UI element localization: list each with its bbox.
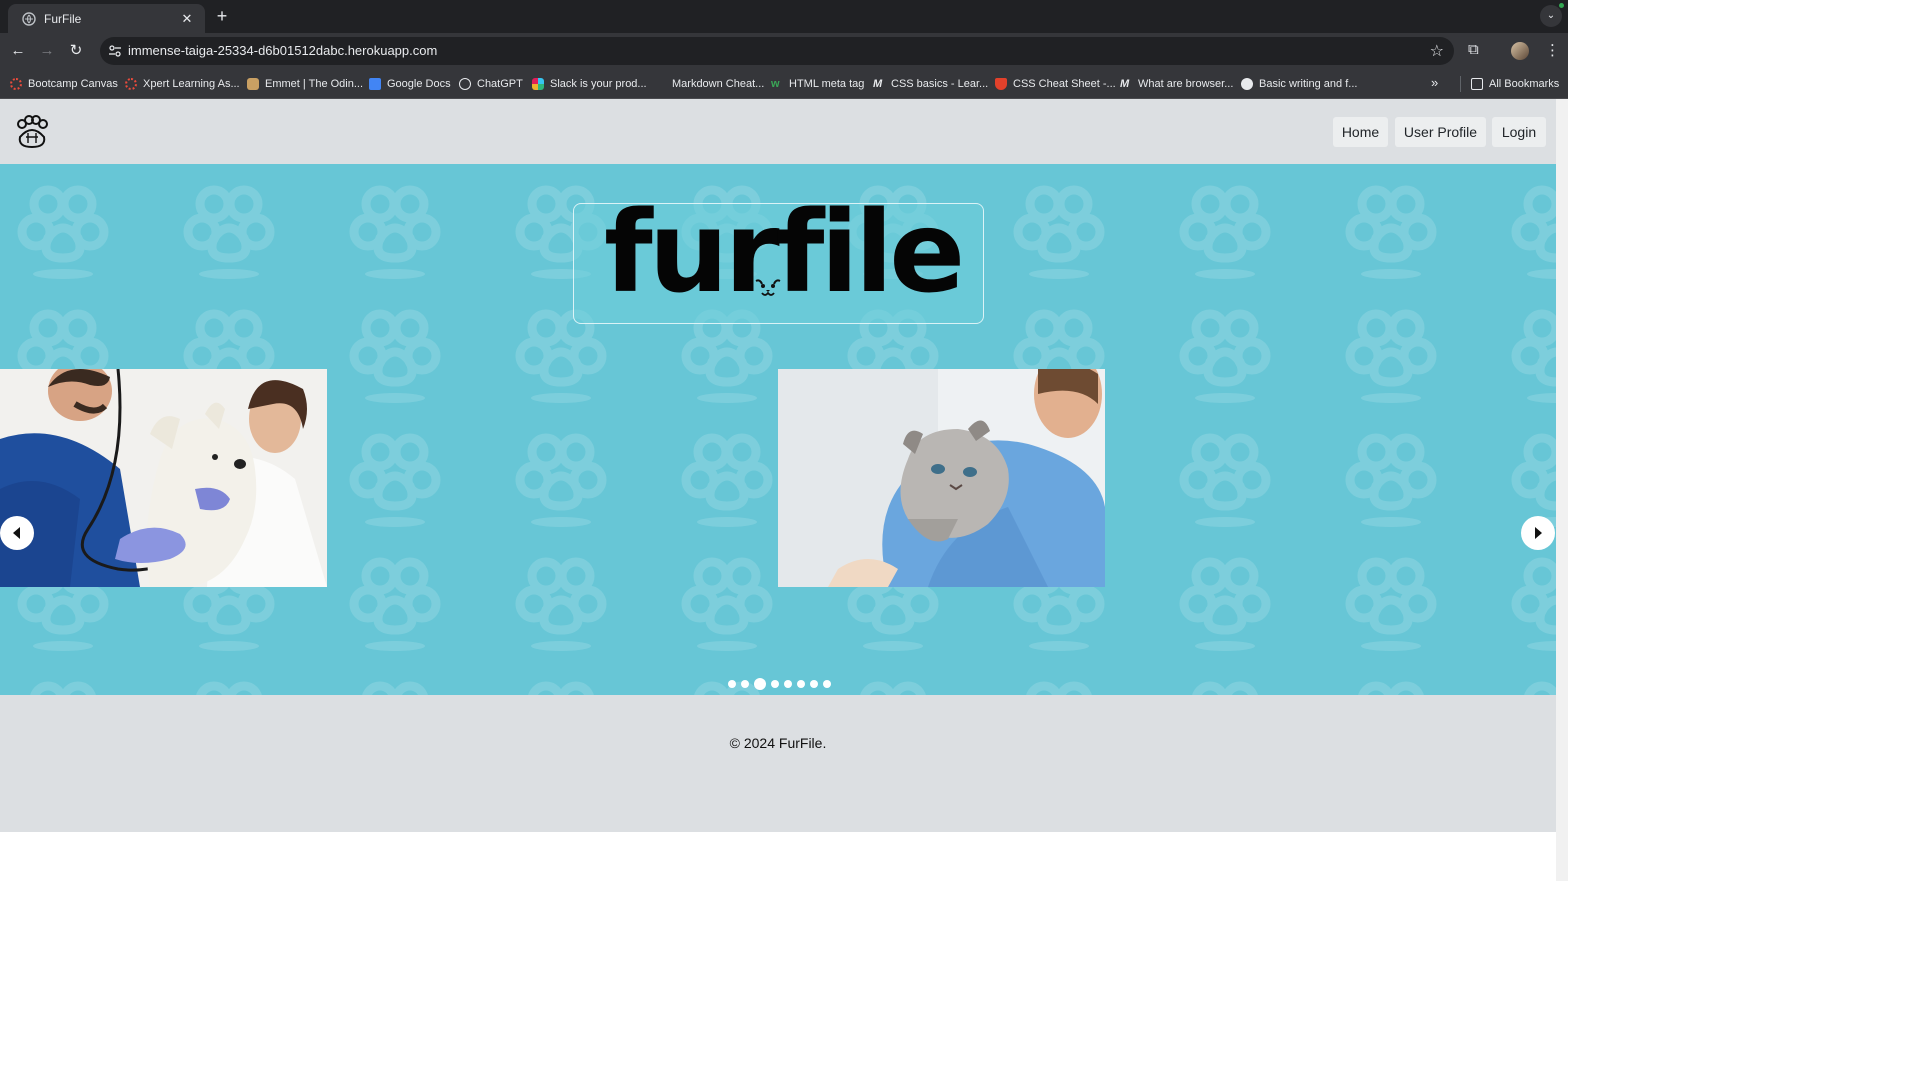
furfile-brand-logo: furfile xyxy=(573,188,984,324)
tab-close-icon[interactable]: ✕ xyxy=(179,11,195,27)
bookmark-label: Xpert Learning As... xyxy=(143,78,240,90)
folder-icon xyxy=(1471,78,1483,90)
slack-icon xyxy=(532,78,544,90)
carousel-indicators xyxy=(728,678,836,690)
profile-avatar[interactable] xyxy=(1511,42,1529,60)
bookmark-item[interactable]: Bootcamp Canvas xyxy=(10,76,118,92)
nav-user-profile-button[interactable]: User Profile xyxy=(1395,117,1486,147)
carousel-dot[interactable] xyxy=(728,680,736,688)
nav-home-button[interactable]: Home xyxy=(1333,117,1388,147)
mdn-icon: M xyxy=(873,78,883,90)
css-icon xyxy=(995,78,1007,90)
notification-dot xyxy=(1559,3,1564,8)
carousel-dot[interactable] xyxy=(771,680,779,688)
slide-vet-with-cat xyxy=(778,369,1105,587)
copyright-text: © 2024 FurFile. xyxy=(729,735,827,751)
bookmark-item[interactable]: Google Docs xyxy=(369,76,451,92)
vet-with-cat-photo xyxy=(778,369,1105,587)
chatgpt-icon xyxy=(459,78,471,90)
bookmark-item[interactable]: Emmet | The Odin... xyxy=(247,76,363,92)
browser-toolbar: ← → ↻ immense-taiga-25334-d6b01512dabc.h… xyxy=(0,33,1568,69)
chevron-right-icon xyxy=(1535,527,1542,539)
hero-carousel: furfile xyxy=(0,164,1556,695)
tab-search-icon[interactable]: ⌄ xyxy=(1540,5,1562,27)
cat-face-icon xyxy=(755,279,781,296)
carousel-dot[interactable] xyxy=(810,680,818,688)
vet-with-dog-photo xyxy=(0,369,327,587)
site-header: Home User Profile Login xyxy=(0,99,1556,164)
chevron-left-icon xyxy=(13,527,20,539)
all-bookmarks-folder[interactable]: All Bookmarks xyxy=(1471,76,1559,92)
markdown-icon xyxy=(654,78,666,90)
carousel-dot[interactable] xyxy=(797,680,805,688)
browser-menu-icon[interactable]: ⋮ xyxy=(1545,41,1560,59)
bookmark-label: What are browser... xyxy=(1138,78,1234,90)
bookmark-label: CSS basics - Lear... xyxy=(891,78,989,90)
site-footer: © 2024 FurFile. xyxy=(0,695,1556,832)
site-info-icon[interactable] xyxy=(108,44,122,58)
carousel-dot[interactable] xyxy=(754,678,766,690)
bookmark-item[interactable]: CSS Cheat Sheet -... xyxy=(995,76,1116,92)
bookmark-item[interactable]: Basic writing and f... xyxy=(1241,76,1357,92)
page-scrollbar[interactable] xyxy=(1556,99,1568,881)
bookmark-item[interactable]: Xpert Learning As... xyxy=(125,76,240,92)
bookmark-item[interactable]: M What are browser... xyxy=(1120,76,1233,92)
bookmark-item[interactable]: w HTML meta tag xyxy=(771,76,864,92)
page-viewport: Home User Profile Login furfile © 2024 F… xyxy=(0,99,1556,881)
w-icon: w xyxy=(771,78,780,90)
bookmark-label: Slack is your prod... xyxy=(550,78,647,90)
carousel-next-button[interactable] xyxy=(1521,516,1555,550)
address-bar[interactable]: immense-taiga-25334-d6b01512dabc.herokua… xyxy=(100,37,1454,65)
new-tab-icon[interactable]: + xyxy=(212,6,232,26)
carousel-prev-button[interactable] xyxy=(0,516,34,550)
bookmarks-bar: Bootcamp Canvas Xpert Learning As... Emm… xyxy=(0,69,1568,99)
carousel-dot[interactable] xyxy=(823,680,831,688)
url-text: immense-taiga-25334-d6b01512dabc.herokua… xyxy=(128,43,438,58)
forward-icon[interactable]: → xyxy=(36,40,58,62)
slide-vet-with-dog xyxy=(0,369,327,587)
bookmark-label: CSS Cheat Sheet -... xyxy=(1013,78,1116,90)
bookmark-label: HTML meta tag xyxy=(789,78,865,90)
reload-icon[interactable]: ↻ xyxy=(65,40,87,62)
back-icon[interactable]: ← xyxy=(7,40,29,62)
nav-login-button[interactable]: Login xyxy=(1492,117,1546,147)
bookmark-item[interactable]: M CSS basics - Lear... xyxy=(873,76,988,92)
carousel-dot[interactable] xyxy=(741,680,749,688)
browser-tab-active[interactable]: FurFile ✕ xyxy=(8,4,205,33)
xpert-icon xyxy=(125,78,137,90)
github-icon xyxy=(1241,78,1253,90)
carousel-dot[interactable] xyxy=(784,680,792,688)
all-bookmarks-label: All Bookmarks xyxy=(1489,78,1560,90)
bookmarks-overflow-icon[interactable]: » xyxy=(1431,75,1438,90)
bookmark-label: Basic writing and f... xyxy=(1259,78,1358,90)
extensions-icon[interactable]: ⧉ xyxy=(1468,41,1479,58)
bookmark-item[interactable]: Markdown Cheat... xyxy=(654,76,764,92)
bookmark-label: ChatGPT xyxy=(477,78,523,90)
mdn-icon: M xyxy=(1120,78,1130,90)
tab-favicon-icon xyxy=(22,11,36,26)
bookmark-label: Google Docs xyxy=(387,78,451,90)
browser-tabstrip: FurFile ✕ + ⌄ xyxy=(0,0,1568,33)
bookmark-star-icon[interactable]: ☆ xyxy=(1430,41,1444,61)
odin-icon xyxy=(247,78,259,90)
paw-logo-icon[interactable] xyxy=(14,115,50,151)
docs-icon xyxy=(369,78,381,90)
bookmark-label: Emmet | The Odin... xyxy=(265,78,364,90)
bookmark-label: Bootcamp Canvas xyxy=(28,78,118,90)
bookmark-item[interactable]: ChatGPT xyxy=(459,76,523,92)
canvas-icon xyxy=(10,78,22,90)
bookmarks-separator xyxy=(1460,76,1461,92)
tab-title: FurFile xyxy=(44,11,82,26)
bookmark-item[interactable]: Slack is your prod... xyxy=(532,76,647,92)
bookmark-label: Markdown Cheat... xyxy=(672,78,765,90)
